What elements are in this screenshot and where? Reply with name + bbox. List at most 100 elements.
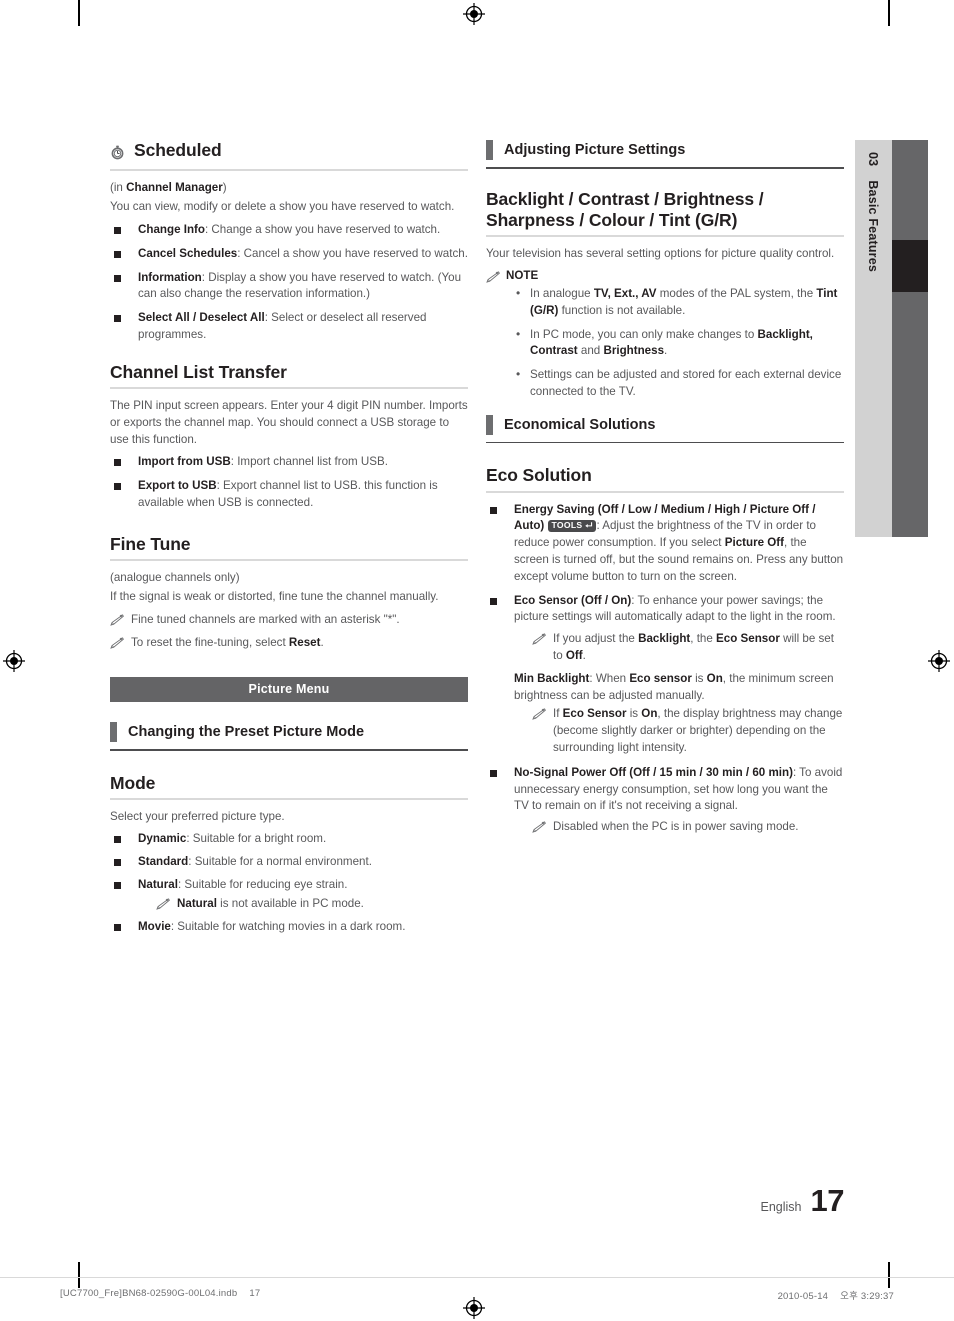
chapter-index-bar-active [892,240,928,292]
economical-solutions-rule [486,441,844,444]
adjusting-picture-settings-heading: Adjusting Picture Settings [486,140,844,167]
no-signal-term: No-Signal Power Off (Off / 15 min / 30 m… [514,765,793,779]
list-item-desc: : Cancel a show you have reserved to wat… [237,246,468,260]
pencil-note-icon [532,821,546,833]
section-marker [486,140,493,160]
mode-title: Mode [110,772,156,793]
note-p1: In analogue [530,286,594,300]
note-b2: Eco Sensor [716,632,780,646]
note-p1: In PC mode, you can only make changes to [530,327,758,341]
adjusting-picture-settings-title: Adjusting Picture Settings [504,142,686,158]
note-b3: Off [565,648,583,662]
tools-badge[interactable]: TOOLS [547,520,597,532]
pencil-note-icon [486,271,500,283]
scheduled-list: Change Info: Change a show you have rese… [110,222,468,344]
note-text-suffix: . [320,635,324,649]
scheduled-title: Scheduled [134,140,222,160]
channel-list-transfer-title: Channel List Transfer [110,361,287,382]
chapter-index-bar [892,140,928,537]
list-item: Information: Display a show you have res… [110,270,468,304]
pencil-note-icon [532,708,546,721]
page-number-block: English 17 [761,1183,845,1219]
list-item-no-signal-power-off: No-Signal Power Off (Off / 15 min / 30 m… [486,765,844,836]
list-item: Standard: Suitable for a normal environm… [110,854,468,871]
mode-rule [110,798,468,801]
pencil-note-icon [110,614,124,626]
list-item-desc: : Change a show you have reserved to wat… [204,222,441,236]
note-b2: Brightness [603,344,665,358]
production-file-page: 17 [249,1288,261,1299]
tools-badge-label: TOOLS [551,520,583,531]
min-backlight-note: If Eco Sensor is On, the display brightn… [532,706,844,756]
note-label: NOTE [506,269,539,283]
backlight-group-title-line1: Backlight / Contrast / Brightness / [486,188,764,209]
min-backlight-b1: Eco sensor [629,671,692,685]
section-channel-list-transfer: Channel List Transfer The PIN input scre… [110,362,468,512]
list-item-term: Change Info [138,222,205,236]
pencil-note-icon [110,636,124,649]
note-p2: , the [690,632,717,646]
crop-mark-bottom-left [78,1262,80,1288]
list-item-desc: : Suitable for watching movies in a dark… [170,920,406,934]
fine-tune-note-1: Fine tuned channels are marked with an a… [110,612,468,629]
note-text: To reset the fine-tuning, select Reset. [131,635,324,652]
changing-preset-rule [110,749,468,751]
tools-enter-arrow-icon [585,522,593,528]
list-item-term: Standard [138,854,189,868]
note-text-bold: Reset [288,635,321,649]
backlight-group-rule [486,235,844,238]
section-economical-solutions: Economical Solutions [486,414,844,444]
list-item: Import from USB: Import channel list fro… [110,454,468,471]
production-time: 오후 3:29:37 [840,1291,894,1302]
registration-mark-left [3,650,25,672]
scheduled-subtitle: (in Channel Manager) [110,180,468,197]
list-item-term: Dynamic [138,832,187,846]
list-item: Natural: Suitable for reducing eye strai… [110,877,468,914]
eco-solution-rule [486,490,844,493]
adjusting-picture-settings-rule [486,167,844,169]
section-marker [486,414,493,435]
list-item-term: Cancel Schedules [138,246,238,260]
scheduled-subtitle-bold: Channel Manager [126,181,223,195]
note-text: Disabled when the PC is in power saving … [553,820,799,834]
clock-icon [111,145,124,160]
production-date: 2010-05-14 [777,1291,829,1302]
note-p2: is [626,707,642,721]
list-item-desc: : Suitable for a bright room. [186,832,327,846]
list-item: Cancel Schedules: Cancel a show you have… [110,246,468,263]
scheduled-subtitle-prefix: (in [110,181,127,195]
section-mode: Mode Select your preferred picture type.… [110,773,468,936]
note-b1: Eco Sensor [562,707,627,721]
section-fine-tune: Fine Tune (analogue channels only) If th… [110,534,468,652]
right-column: Adjusting Picture Settings Backlight / C… [486,140,844,843]
backlight-group-notes: In analogue TV, Ext., AV modes of the PA… [514,285,844,401]
note-p2: modes of the PAL system, the [656,286,817,300]
section-eco-solution: Eco Solution Energy Saving (Off / Low / … [486,465,844,836]
fine-tune-note-2: To reset the fine-tuning, select Reset. [110,635,468,652]
note-p2: and [577,344,604,358]
channel-list-transfer-intro: The PIN input screen appears. Enter your… [110,399,468,446]
min-backlight-p1: : When [589,671,630,685]
note-p1: Settings can be adjusted and stored for … [530,368,842,398]
note-b2: On [641,707,658,721]
list-item-desc: : Import channel list from USB. [230,455,388,469]
min-backlight-term: Min Backlight [514,671,590,685]
crop-mark-bottom-right [888,1262,890,1288]
economical-solutions-title: Economical Solutions [504,416,656,433]
scheduled-rule [110,169,468,172]
eco-solution-title: Eco Solution [486,465,592,486]
min-backlight-b2: On [706,671,723,685]
section-changing-preset-picture-mode: Changing the Preset Picture Mode [110,722,468,751]
note-text-prefix: To reset the fine-tuning, select [131,635,289,649]
note-p3: function is not available. [558,303,686,317]
list-item-term: Natural [138,877,178,891]
production-footer: [UC7700_Fre]BN68-02590G-00L04.indb 17 201… [0,1288,954,1304]
scheduled-subtitle-suffix: ) [222,181,227,195]
mode-list: Dynamic: Suitable for a bright room. Sta… [110,831,468,936]
backlight-group-title: Backlight / Contrast / Brightness / Sharp… [486,189,844,232]
mode-natural-note: Natural is not available in PC mode. [156,896,468,913]
production-file-name: [UC7700_Fre]BN68-02590G-00L04.indb [60,1288,238,1299]
fine-tune-subtitle: (analogue channels only) [110,571,240,585]
energy-saving-desc-bold: Picture Off [724,536,784,550]
eco-sensor-term: Eco Sensor (Off / On) [514,593,632,607]
